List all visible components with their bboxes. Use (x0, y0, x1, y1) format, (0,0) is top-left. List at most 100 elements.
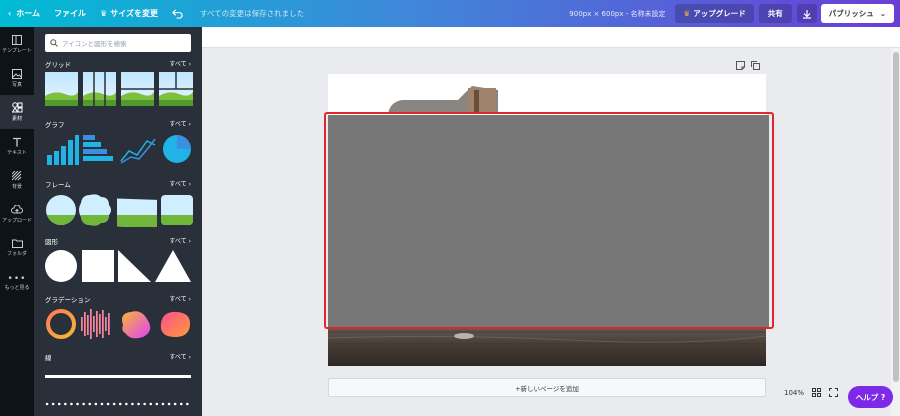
help-button[interactable]: ヘルプ ? (848, 386, 893, 408)
nav-label: テキスト (7, 149, 27, 156)
resize-button[interactable]: ♛ サイズを変更 (93, 0, 165, 27)
resize-label: サイズを変更 (110, 9, 158, 18)
undo-button[interactable] (165, 0, 190, 27)
nav-templates[interactable]: テンプレート (0, 27, 34, 61)
nav-label: 写真 (11, 81, 22, 88)
horizontal-bar-chart-thumb (83, 135, 113, 161)
top-toolbar: ‹ ホーム ファイル ♛ サイズを変更 すべての変更は保存されました 900px… (0, 0, 900, 27)
upgrade-label: アップグレード (693, 9, 746, 18)
circle-shape (45, 250, 77, 282)
section-chart-header: グラフ すべて › (45, 119, 191, 129)
nav-label: アップロード (1, 217, 32, 224)
download-icon (802, 9, 811, 19)
badge-frame (79, 194, 111, 226)
right-triangle-shape (118, 250, 151, 282)
section-title: グリッド (45, 61, 71, 69)
nav-label: もっと見る (4, 284, 30, 291)
see-all-link[interactable]: すべて › (169, 294, 191, 304)
nav-label: 素材 (11, 116, 22, 122)
save-status: すべての変更は保存されました (200, 9, 305, 18)
nav-folders[interactable]: フォルダ (0, 231, 34, 265)
chevron-down-icon: ⌄ (879, 9, 886, 18)
grid-thumb-2 (83, 72, 116, 106)
section-grid-header: グリッド すべて › (45, 59, 191, 69)
nav-photos[interactable]: 写真 (0, 61, 34, 95)
grid-thumb-3 (121, 72, 154, 106)
section-lines-header: 線 すべて › (45, 352, 191, 362)
nav-background[interactable]: 背景 (0, 163, 34, 197)
search-icon (50, 39, 58, 47)
nav-label: 背景 (11, 183, 22, 190)
note-icon[interactable] (736, 61, 745, 70)
chevron-left-icon: ‹ (8, 9, 12, 18)
see-all-link[interactable]: すべて › (169, 59, 191, 69)
tilted-frame (117, 198, 157, 227)
see-all-link[interactable]: すべて › (169, 236, 191, 246)
grid-thumbnails[interactable] (45, 72, 195, 106)
section-title: グラデーション (45, 296, 91, 304)
zoom-controls: 104% (784, 388, 839, 397)
see-all-link[interactable]: すべて › (169, 179, 191, 189)
zoom-level[interactable]: 104% (784, 389, 804, 397)
nav-text[interactable]: テキスト (0, 129, 34, 163)
share-button[interactable]: 共有 (758, 4, 792, 23)
section-gradients-header: グラデーション すべて › (45, 294, 191, 304)
search-input[interactable]: アイコンと図形を検索 (45, 34, 191, 52)
section-title: 線 (45, 354, 52, 362)
grid-thumb-4 (159, 72, 193, 106)
fullscreen-icon[interactable] (829, 388, 839, 397)
see-all-link[interactable]: すべて › (169, 119, 191, 129)
home-label: ホーム (16, 9, 41, 18)
publish-button[interactable]: パブリッシュ ⌄ (820, 4, 894, 23)
solid-line (45, 375, 191, 378)
triangle-shape (155, 250, 191, 282)
section-frames-header: フレーム すべて › (45, 179, 191, 189)
line-chart-thumb (120, 138, 156, 164)
chart-thumbnails[interactable] (45, 133, 195, 165)
page-actions (736, 61, 760, 70)
side-navigation: テンプレート 写真 素材 テキスト 背景 アップロード フォルダ ••• もっと… (0, 27, 34, 416)
frame-thumbnails[interactable] (45, 193, 195, 227)
photo-icon (12, 68, 22, 79)
crown-icon: ♛ (683, 9, 691, 18)
add-page-button[interactable]: +新しいページを追加 (328, 378, 766, 397)
gradient-bars (81, 309, 110, 339)
grid-view-icon[interactable] (812, 388, 822, 397)
download-button[interactable] (796, 4, 817, 23)
context-toolbar (202, 27, 900, 48)
text-icon (13, 137, 21, 146)
nav-elements[interactable]: 素材 (0, 95, 34, 129)
background-icon (12, 170, 22, 180)
publish-label: パブリッシュ (828, 9, 874, 18)
home-button[interactable]: ‹ ホーム (0, 0, 47, 27)
section-shapes-header: 図形 すべて › (45, 236, 191, 246)
folder-icon (11, 239, 23, 248)
pie-chart-thumb (163, 135, 191, 163)
nav-uploads[interactable]: アップロード (0, 197, 34, 231)
scrollbar-thumb[interactable] (893, 52, 899, 382)
gradient-blob (122, 311, 151, 339)
selection-highlight (324, 112, 774, 329)
circle-frame (46, 195, 76, 225)
shape-thumbnails[interactable] (45, 249, 195, 283)
document-size-title[interactable]: 900px × 600px - 名称未設定 (569, 9, 665, 19)
nav-label: フォルダ (6, 251, 27, 257)
undo-icon (172, 9, 183, 19)
section-title: フレーム (45, 181, 71, 189)
gradient-thumbnails[interactable] (45, 307, 195, 341)
nav-more[interactable]: ••• もっと見る (0, 265, 34, 299)
upload-icon (11, 204, 23, 213)
see-all-link[interactable]: すべて › (169, 352, 191, 362)
bar-chart-thumb (47, 135, 79, 165)
file-menu-button[interactable]: ファイル (47, 0, 93, 27)
upgrade-button[interactable]: ♛ アップグレード (675, 4, 754, 23)
section-title: 図形 (45, 238, 58, 246)
template-icon (12, 34, 22, 45)
elements-panel: アイコンと図形を検索 グリッド すべて › グラフ すべて › フレーム すべて… (34, 27, 202, 416)
rounded-frame (161, 195, 193, 225)
line-thumbnails[interactable] (45, 373, 195, 413)
elements-icon (11, 102, 22, 113)
duplicate-page-icon[interactable] (751, 61, 760, 70)
nav-label: テンプレート (2, 47, 32, 54)
gradient-ring (46, 309, 76, 339)
